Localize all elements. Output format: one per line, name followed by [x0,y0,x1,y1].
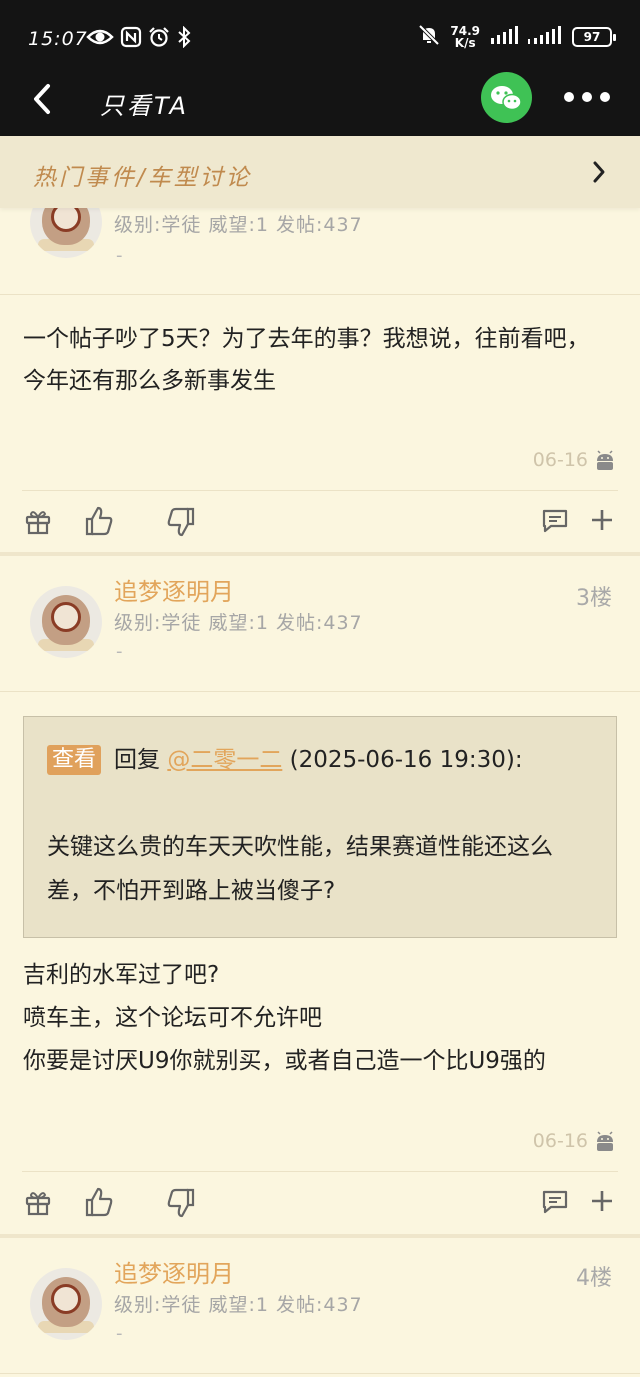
content-line: 喷车主，这个论坛可不允许吧 [23,1005,322,1031]
user-signature: - [116,641,123,662]
reply-prefix: 回复 [114,747,168,773]
category-bar[interactable]: 热门事件/车型讨论 [0,136,640,208]
content-line: 吉利的水军过了吧? [23,962,220,988]
page-title: 只看TA [100,92,189,120]
comment-icon[interactable] [541,508,569,538]
post-floor-3: 追梦逐明月 3楼 级别:学徒 威望:1 发帖:437 - 查看 回复 @二零一二… [0,556,640,1234]
alarm-icon [148,26,170,52]
nfc-icon [120,26,142,52]
post-header: 追梦逐明月 4楼 级别:学徒 威望:1 发帖:437 - [0,1238,640,1374]
wechat-share-button[interactable] [481,72,532,123]
floor-number: 4楼 [576,1266,612,1291]
network-speed: 74.9 K/s [450,25,480,49]
user-level-info: 级别:学徒 威望:1 发帖:437 [114,612,363,634]
status-time: 15:07 [28,28,88,50]
plus-icon[interactable] [590,1189,614,1217]
user-signature: - [116,1323,123,1344]
back-arrow-icon[interactable] [28,82,56,120]
signal-2-icon [528,25,562,49]
battery-indicator: 97 [572,27,616,47]
status-bar: 15:07 74.9 K/s 97 [0,0,640,70]
post-content: 一个帖子吵了5天？为了去年的事？我想说，往前看吧，今年还有那么多新事发生 [23,326,590,394]
avatar[interactable] [30,1268,102,1340]
thumbs-down-icon[interactable] [166,506,196,542]
thumbs-up-icon[interactable] [84,1186,114,1222]
post-header: 追梦逐明月 3楼 级别:学徒 威望:1 发帖:437 - [0,556,640,692]
speed-unit: K/s [454,36,476,50]
view-quote-button[interactable]: 查看 [47,745,102,775]
wechat-icon [491,86,522,111]
post-floor-2: 级别:学徒 威望:1 发帖:437 - 一个帖子吵了5天？为了去年的事？我想说，… [0,160,640,552]
post-content: 吉利的水军过了吧? 喷车主，这个论坛可不允许吧 你要是讨厌U9你就别买，或者自己… [23,954,610,1083]
post-date: 06-16 [532,1130,588,1152]
more-menu-button[interactable] [564,92,610,102]
floor-number: 3楼 [576,586,612,611]
thumbs-down-icon[interactable] [166,1187,196,1223]
mute-bell-icon [418,24,440,50]
mention-link[interactable]: @二零一二 [167,747,282,773]
post-date: 06-16 [532,449,588,471]
android-icon [594,1131,616,1157]
category-label: 热门事件/车型讨论 [33,165,252,191]
gift-icon[interactable] [24,507,52,539]
reply-time: (2025-06-16 19:30): [282,747,523,773]
username[interactable]: 追梦逐明月 [114,1254,234,1289]
quoted-reply: 查看 回复 @二零一二 (2025-06-16 19:30): 关键这么贵的车天… [23,716,617,938]
chevron-right-icon [592,160,606,188]
content-line: 你要是讨厌U9你就别买，或者自己造一个比U9强的 [23,1048,546,1074]
avatar[interactable] [30,586,102,658]
quoted-text: 关键这么贵的车天天吹性能，结果赛道性能还这么差，不怕开到路上被当傻子? [47,834,553,904]
user-level-info: 级别:学徒 威望:1 发帖:437 [114,214,363,236]
reply-header: 回复 @二零一二 (2025-06-16 19:30): [114,745,523,775]
user-level-info: 级别:学徒 威望:1 发帖:437 [114,1294,363,1316]
eye-icon [86,26,114,52]
plus-icon[interactable] [590,508,614,536]
android-icon [594,450,616,476]
thumbs-up-icon[interactable] [84,505,114,541]
post-floor-4: 追梦逐明月 4楼 级别:学徒 威望:1 发帖:437 - [0,1238,640,1377]
signal-icon [490,25,518,49]
gift-icon[interactable] [24,1188,52,1220]
user-signature: - [116,245,123,266]
top-nav-bar: 只看TA [0,70,640,136]
comment-icon[interactable] [541,1189,569,1219]
bluetooth-icon [176,25,192,52]
username[interactable]: 追梦逐明月 [114,572,234,607]
